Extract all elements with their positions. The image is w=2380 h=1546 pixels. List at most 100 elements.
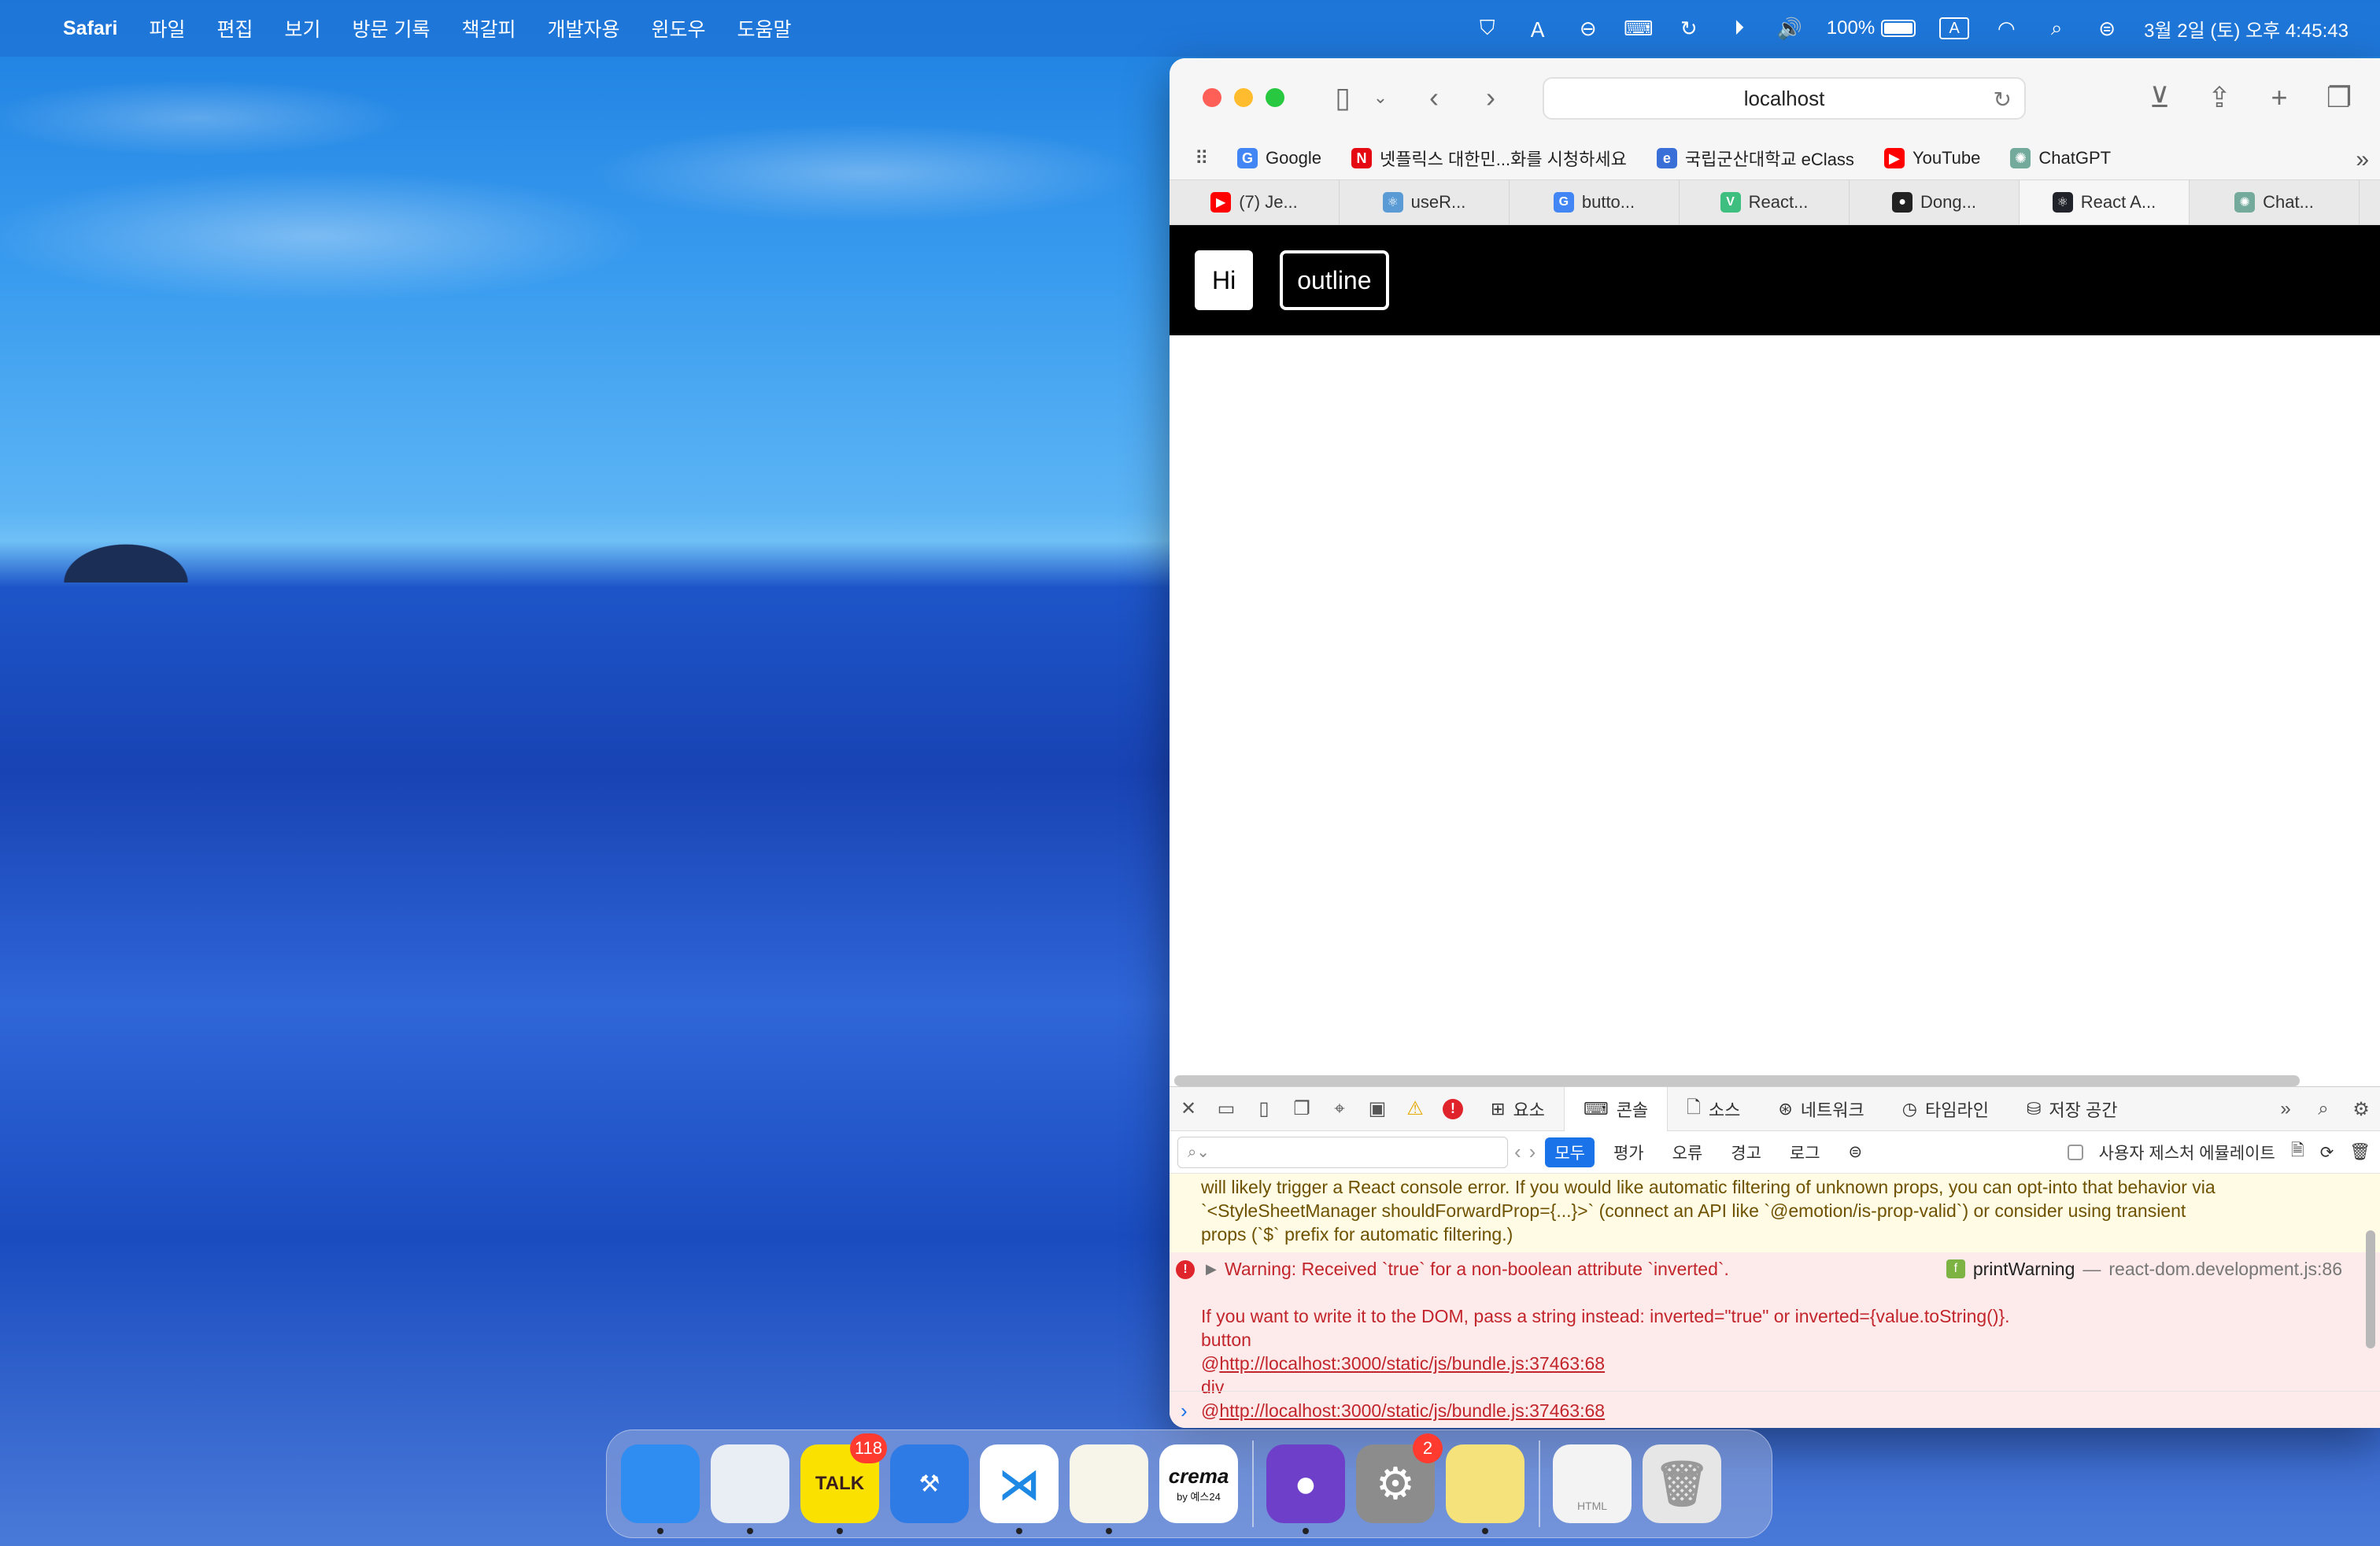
previous-arrow-icon[interactable]: ‹ — [1514, 1140, 1521, 1164]
menu-window[interactable]: 윈도우 — [652, 14, 706, 43]
sync-icon[interactable]: ↻ — [1676, 17, 1702, 40]
close-window-button[interactable] — [1203, 88, 1221, 107]
tab-react-app[interactable]: ⚛ React A... — [2020, 180, 2190, 224]
favorite-youtube[interactable]: ▶ YouTube — [1883, 148, 1980, 168]
zoom-window-button[interactable] — [1266, 88, 1284, 107]
tab-elements[interactable]: ⊞ 요소 — [1472, 1087, 1564, 1131]
bitwarden-icon[interactable]: ⛉ — [1474, 16, 1501, 40]
input-source-indicator[interactable]: A — [1939, 17, 1970, 39]
download-icon[interactable]: ⊻ — [2141, 79, 2179, 117]
minimize-window-button[interactable] — [1234, 88, 1253, 107]
filter-logs[interactable]: 로그 — [1780, 1137, 1830, 1167]
console-scrollbar[interactable] — [2366, 1230, 2375, 1348]
tab-velog[interactable]: V React... — [1680, 180, 1850, 224]
stack-link[interactable]: http://localhost:3000/static/js/bundle.j… — [1219, 1353, 1605, 1374]
hi-button[interactable]: Hi — [1195, 250, 1254, 310]
menu-bookmarks[interactable]: 책갈피 — [461, 14, 516, 43]
detach-icon[interactable]: ❐ — [1283, 1087, 1321, 1131]
trash-icon[interactable]: 🗑 — [1643, 1444, 1721, 1523]
tab-chatgpt[interactable]: ✺ Chat... — [2190, 180, 2360, 224]
finder-icon[interactable] — [621, 1444, 700, 1534]
close-icon[interactable]: ✕ — [1170, 1087, 1207, 1131]
forward-arrow-icon[interactable]: › — [1472, 79, 1510, 117]
play-icon[interactable]: ⏵ — [1726, 16, 1753, 40]
spotlight-search-icon[interactable]: ⌕ — [2043, 16, 2070, 40]
keyboard-icon[interactable]: ⌨ — [1624, 17, 1654, 40]
next-arrow-icon[interactable]: › — [1529, 1140, 1536, 1164]
tab-console[interactable]: ⌨ 콘솔 — [1563, 1086, 1669, 1131]
vpn-icon[interactable]: ⊖ — [1575, 17, 1602, 40]
outline-button[interactable]: outline — [1280, 250, 1389, 310]
reload-icon[interactable]: ↻ — [1994, 87, 2012, 113]
tab-youtube[interactable]: ▶ (7) Je... — [1170, 180, 1340, 224]
chevron-double-right-icon[interactable]: » — [2356, 146, 2369, 173]
error-source[interactable]: f printWarning — react-dom.development.j… — [1946, 1257, 2342, 1281]
menu-view[interactable]: 보기 — [285, 14, 321, 43]
dock-side-icon[interactable]: ▯ — [1245, 1087, 1283, 1131]
github-desktop-icon[interactable]: ● — [1266, 1444, 1345, 1534]
refresh-icon[interactable]: ⟳ — [2320, 1143, 2334, 1163]
more-tabs-icon[interactable]: » — [2267, 1087, 2304, 1131]
wifi-icon[interactable]: ◠ — [1993, 17, 2020, 40]
favorite-netflix[interactable]: N 넷플릭스 대한민...화를 시청하세요 — [1351, 146, 1627, 171]
filter-warnings[interactable]: 경고 — [1721, 1137, 1771, 1167]
grid-icon[interactable]: ⠿ — [1195, 147, 1218, 170]
font-icon[interactable]: Ａ — [1524, 17, 1551, 42]
tab-timeline[interactable]: ◷ 타임라인 — [1883, 1087, 2008, 1131]
new-tab-icon[interactable]: + — [2260, 79, 2298, 117]
favorite-google[interactable]: G Google — [1237, 148, 1321, 168]
menu-edit[interactable]: 편집 — [217, 14, 253, 43]
safari-icon[interactable] — [711, 1444, 789, 1534]
menu-history[interactable]: 방문 기록 — [353, 14, 431, 43]
chevron-down-icon[interactable]: ⌄ — [1362, 79, 1399, 117]
stickies-icon[interactable] — [1446, 1444, 1524, 1534]
control-center-icon[interactable]: ⊜ — [2094, 17, 2120, 40]
crema-icon[interactable]: crema by 예스24 — [1159, 1444, 1238, 1523]
emulate-gesture-checkbox[interactable] — [2067, 1145, 2083, 1160]
filter-errors[interactable]: 오류 — [1663, 1137, 1713, 1167]
filter-all[interactable]: 모두 — [1545, 1137, 1595, 1167]
filter-options-icon[interactable]: ⊜ — [1839, 1139, 1872, 1165]
volume-icon[interactable]: 🔊 — [1776, 17, 1803, 40]
error-count-icon[interactable]: ! — [1434, 1087, 1472, 1131]
back-arrow-icon[interactable]: ‹ — [1415, 79, 1453, 117]
menu-file[interactable]: 파일 — [149, 14, 185, 43]
menu-develop[interactable]: 개발자용 — [548, 14, 620, 43]
gear-icon[interactable]: ⚙ — [2342, 1087, 2380, 1131]
search-icon[interactable]: ⌕ — [2304, 1087, 2342, 1131]
trash-icon[interactable]: 🗑 — [2349, 1143, 2371, 1162]
tab-overview-icon[interactable]: ❐ — [2320, 79, 2358, 117]
menubar-clock[interactable]: 3월 2일 (토) 오후 4:45:43 — [2144, 15, 2349, 43]
filter-evaluations[interactable]: 평가 — [1604, 1137, 1654, 1167]
tab-github[interactable]: ● Dong... — [1850, 180, 2020, 224]
menu-help[interactable]: 도움말 — [737, 14, 792, 43]
notes-icon[interactable] — [1070, 1444, 1148, 1534]
tab-storage[interactable]: ⛁ 저장 공간 — [2008, 1087, 2137, 1131]
warning-icon[interactable]: ⚠ — [1396, 1087, 1434, 1131]
element-picker-icon[interactable]: ⌖ — [1321, 1087, 1358, 1131]
system-settings-icon[interactable]: ⚙ 2 — [1356, 1433, 1443, 1523]
horizontal-scrollbar[interactable] — [1174, 1075, 2300, 1086]
address-bar[interactable]: localhost ↻ — [1543, 77, 2026, 120]
console-prompt-input[interactable]: › — [1170, 1391, 2380, 1428]
kakaotalk-icon[interactable]: TALK 118 — [800, 1433, 887, 1534]
vscode-icon[interactable]: ⋊ — [980, 1444, 1059, 1534]
share-icon[interactable]: ⇪ — [2201, 79, 2238, 117]
disclosure-triangle-icon[interactable]: ▶ — [1206, 1257, 1217, 1281]
tab-google[interactable]: Gbutto... — [1510, 180, 1680, 224]
favorite-eclass[interactable]: e 국립군산대학교 eClass — [1656, 146, 1854, 171]
source-file-link[interactable]: react-dom.development.js:86 — [2108, 1257, 2342, 1281]
tab-network[interactable]: ⊛ 네트워크 — [1759, 1087, 1883, 1131]
tab-sources[interactable]: 🗋 소스 — [1668, 1087, 1759, 1131]
sidebar-toggle-icon[interactable]: ▯ — [1324, 79, 1362, 117]
xcode-icon[interactable]: ⚒ — [890, 1444, 969, 1523]
battery-status[interactable]: 100% — [1827, 17, 1916, 39]
tab-react-docs[interactable]: ⚛ useR... — [1340, 180, 1510, 224]
dock-bottom-icon[interactable]: ▭ — [1207, 1087, 1245, 1131]
favorite-chatgpt[interactable]: ✺ ChatGPT — [2010, 148, 2111, 168]
menu-safari[interactable]: Safari — [63, 17, 117, 40]
html-file-icon[interactable]: HTML — [1553, 1444, 1632, 1523]
console-filter-input[interactable]: ⌕⌄ — [1177, 1136, 1508, 1168]
javascript-icon[interactable]: 🗎 — [2291, 1139, 2304, 1167]
device-icon[interactable]: ▣ — [1358, 1087, 1396, 1131]
